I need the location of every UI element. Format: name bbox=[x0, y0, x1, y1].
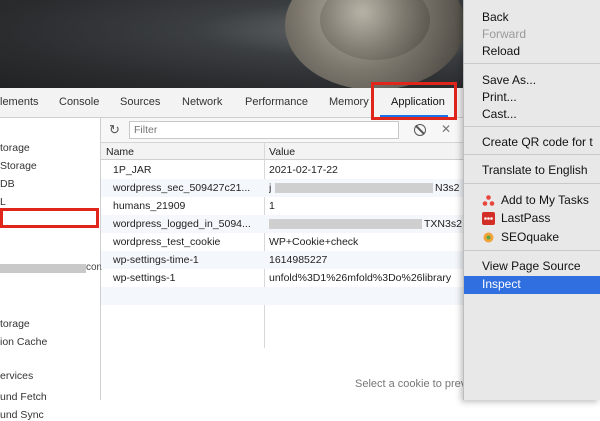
cookie-name: wp-settings-1 bbox=[113, 272, 176, 284]
sidebar-item-indexeddb[interactable]: DB bbox=[0, 178, 15, 190]
redacted-value bbox=[275, 183, 433, 193]
sidebar-item-application-cache[interactable]: ion Cache bbox=[0, 336, 47, 348]
cookie-value: WP+Cookie+check bbox=[269, 236, 359, 248]
menu-separator bbox=[464, 126, 600, 127]
menu-item-back[interactable]: Back bbox=[482, 10, 509, 24]
delete-selected-icon[interactable]: ✕ bbox=[441, 122, 451, 136]
sidebar-item-cache-storage[interactable]: torage bbox=[0, 318, 30, 330]
application-sidebar: torage Storage DB L con torage ion Cache… bbox=[0, 118, 103, 421]
cookie-value-tail: TXN3s2 bbox=[424, 218, 462, 230]
menu-item-seoquake[interactable]: SEOquake bbox=[501, 230, 559, 244]
menu-separator bbox=[464, 250, 600, 251]
menu-item-reload[interactable]: Reload bbox=[482, 44, 520, 58]
tab-sources[interactable]: Sources bbox=[120, 96, 160, 108]
sidebar-item-domain-suffix: con bbox=[86, 262, 103, 273]
menu-separator bbox=[464, 63, 600, 64]
table-header: Name Value bbox=[101, 143, 470, 160]
cookie-name: wordpress_logged_in_5094... bbox=[113, 218, 251, 230]
menu-item-print[interactable]: Print... bbox=[482, 90, 517, 104]
seoquake-icon bbox=[483, 232, 494, 243]
cookie-name: humans_21909 bbox=[113, 200, 186, 212]
menu-separator bbox=[464, 154, 600, 155]
menu-item-view-page-source[interactable]: View Page Source bbox=[482, 259, 581, 273]
highlight-box-cookies bbox=[0, 208, 99, 228]
table-row-empty bbox=[101, 287, 470, 305]
clear-all-icon[interactable] bbox=[414, 124, 426, 136]
sidebar-item-background-fetch[interactable]: und Fetch bbox=[0, 391, 47, 403]
sidebar-item-local-storage[interactable]: torage bbox=[0, 142, 30, 154]
highlight-box-application-tab bbox=[371, 82, 457, 120]
menu-item-lastpass[interactable]: LastPass bbox=[501, 211, 550, 225]
tab-elements[interactable]: lements bbox=[0, 96, 39, 108]
menu-item-create-qr[interactable]: Create QR code for t bbox=[482, 135, 593, 149]
cookie-value-tail: N3s2 bbox=[435, 182, 460, 194]
cookie-value: 1614985227 bbox=[269, 254, 328, 266]
cookie-table: Name Value 1P_JAR 2021-02-17-22 wordpres… bbox=[101, 143, 470, 348]
menu-item-add-to-tasks[interactable]: Add to My Tasks bbox=[501, 193, 589, 207]
table-row[interactable]: wordpress_logged_in_5094... TXN3s2 bbox=[101, 215, 470, 233]
tab-network[interactable]: Network bbox=[182, 96, 222, 108]
column-header-name[interactable]: Name bbox=[106, 146, 134, 158]
tasks-icon bbox=[482, 195, 495, 206]
table-row[interactable]: 1P_JAR 2021-02-17-22 bbox=[101, 161, 470, 179]
lastpass-icon bbox=[482, 212, 495, 225]
context-menu: Back Forward Reload Save As... Print... … bbox=[463, 0, 600, 400]
sidebar-item-background-sync[interactable]: und Sync bbox=[0, 409, 44, 421]
menu-item-inspect-label: Inspect bbox=[482, 277, 521, 291]
sidebar-item-cookie-domain[interactable] bbox=[0, 264, 86, 273]
cookie-value: 1 bbox=[269, 200, 275, 212]
refresh-icon[interactable]: ↻ bbox=[109, 122, 120, 138]
sidebar-item-background-services[interactable]: ervices bbox=[0, 370, 33, 382]
column-header-value[interactable]: Value bbox=[269, 146, 295, 158]
menu-separator bbox=[464, 183, 600, 184]
menu-item-save-as[interactable]: Save As... bbox=[482, 73, 536, 87]
cookie-filter-bar: ↻ ✕ bbox=[101, 118, 470, 143]
table-row[interactable]: wp-settings-time-1 1614985227 bbox=[101, 251, 470, 269]
table-row[interactable]: humans_21909 1 bbox=[101, 197, 470, 215]
menu-item-translate[interactable]: Translate to English bbox=[482, 163, 588, 177]
menu-item-inspect[interactable]: Inspect bbox=[464, 276, 600, 294]
redacted-value bbox=[269, 219, 422, 229]
sidebar-item-web-sql[interactable]: L bbox=[0, 196, 6, 208]
cookie-value: unfold%3D1%26mfold%3Do%26library bbox=[269, 272, 452, 284]
tab-memory[interactable]: Memory bbox=[329, 96, 369, 108]
menu-item-cast[interactable]: Cast... bbox=[482, 107, 517, 121]
menu-item-forward: Forward bbox=[482, 27, 527, 41]
table-row[interactable]: wordpress_sec_509427c21... j N3s2 bbox=[101, 179, 470, 197]
table-row[interactable]: wp-settings-1 unfold%3D1%26mfold%3Do%26l… bbox=[101, 269, 470, 287]
cookie-name: 1P_JAR bbox=[113, 164, 152, 176]
table-row[interactable]: wordpress_test_cookie WP+Cookie+check bbox=[101, 233, 470, 251]
cookie-value: 2021-02-17-22 bbox=[269, 164, 338, 176]
sidebar-item-session-storage[interactable]: Storage bbox=[0, 160, 37, 172]
cookie-name: wordpress_test_cookie bbox=[113, 236, 221, 248]
tab-performance[interactable]: Performance bbox=[245, 96, 308, 108]
cookie-name: wp-settings-time-1 bbox=[113, 254, 199, 266]
tab-console[interactable]: Console bbox=[59, 96, 99, 108]
cookie-name: wordpress_sec_509427c21... bbox=[113, 182, 251, 194]
filter-input[interactable] bbox=[129, 121, 399, 139]
